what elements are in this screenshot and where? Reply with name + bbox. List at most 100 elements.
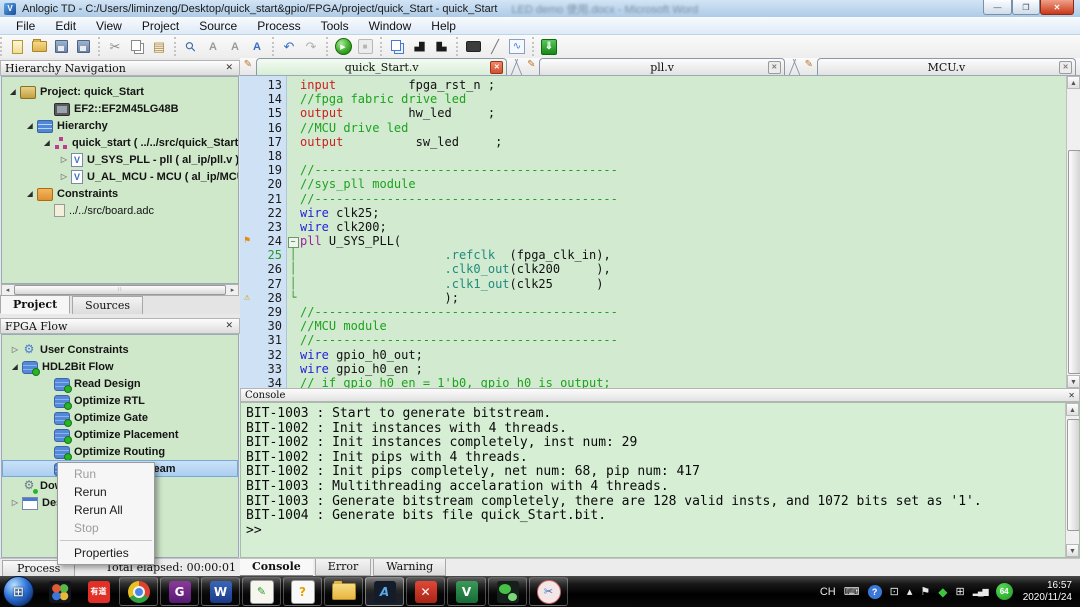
tab-error[interactable]: Error	[315, 559, 371, 576]
find-previous-icon[interactable]: A	[225, 38, 245, 56]
find-icon[interactable]: ⚲	[181, 38, 201, 56]
close-tab-icon[interactable]: ✕	[490, 61, 503, 74]
code-line-26[interactable]: 26│ .clk0_out(clk200 ),	[240, 262, 1080, 276]
tab-warning[interactable]: Warning	[373, 559, 446, 576]
hierarchy-item-src-board-adc[interactable]: ../../src/board.adc	[2, 202, 238, 219]
code-line-21[interactable]: 21//------------------------------------…	[240, 192, 1080, 206]
hierarchy-item-constraints[interactable]: ◢Constraints	[2, 185, 238, 202]
paste-icon[interactable]: ▤	[149, 38, 169, 56]
code-line-28[interactable]: ⚠28└ );	[240, 291, 1080, 305]
minimize-button[interactable]: —	[983, 0, 1012, 15]
hscroll-thumb[interactable]: ∷	[14, 285, 226, 295]
taskbar-app-wechat[interactable]	[488, 577, 527, 606]
column-chart-icon[interactable]: █▄	[431, 38, 451, 56]
waveform-icon[interactable]: ∿	[507, 38, 527, 56]
context-menu-rerun-all[interactable]: Rerun All	[58, 501, 154, 519]
cut-icon[interactable]: ✂	[105, 38, 125, 56]
taskbar-app-explorer[interactable]	[324, 577, 363, 606]
maximize-button[interactable]: ❐	[1012, 0, 1040, 15]
hierarchy-item-u-sys-pll-pll-al-ip-pll-v[interactable]: ▷VU_SYS_PLL - pll ( al_ip/pll.v )	[2, 151, 238, 168]
console-output[interactable]: BIT-1003 : Start to generate bitstream.B…	[240, 402, 1080, 558]
taskbar-app-colors[interactable]	[41, 578, 78, 605]
code-line-27[interactable]: 27│ .clk1_out(clk25 )	[240, 277, 1080, 291]
code-line-18[interactable]: 18	[240, 149, 1080, 163]
code-line-34[interactable]: 34// if gpio h0 en = 1'b0, gpio h0 is ou…	[240, 376, 1080, 388]
scroll-down-icon[interactable]: ▼	[1067, 375, 1080, 388]
stop-icon[interactable]: ■	[358, 39, 373, 54]
expand-collapsed-icon[interactable]: ▷	[8, 498, 22, 507]
bar-chart-icon[interactable]: ▄█	[409, 38, 429, 56]
find-next-icon[interactable]: A	[203, 38, 223, 56]
tab-pll-v[interactable]: pll.v✕	[539, 58, 785, 75]
run-icon[interactable]: ▶	[335, 38, 352, 55]
context-menu-rerun[interactable]: Rerun	[58, 483, 154, 501]
taskbar-app-image-editor[interactable]: ✎	[242, 577, 281, 606]
device-tray-icon[interactable]: ⊞	[955, 585, 964, 598]
close-panel-icon[interactable]: ✕	[1068, 391, 1075, 400]
expand-expanded-icon[interactable]: ◢	[40, 139, 54, 147]
taskbar-app-youdao[interactable]: 有道	[80, 578, 117, 605]
tab-sources[interactable]: Sources	[72, 296, 143, 314]
find-in-files-icon[interactable]: A	[247, 38, 267, 56]
hierarchy-item-u-al-mcu-mcu-al-ip-mcu-v[interactable]: ▷VU_AL_MCU - MCU ( al_ip/MCU.v	[2, 168, 238, 185]
fold-toggle-icon[interactable]: −	[288, 237, 299, 248]
scroll-up-icon[interactable]: ▲	[1066, 403, 1079, 416]
language-indicator[interactable]: CH	[820, 586, 836, 598]
close-panel-icon[interactable]: ✕	[223, 321, 235, 331]
vscroll-thumb[interactable]	[1068, 150, 1080, 374]
code-line-23[interactable]: 23wire clk200;	[240, 220, 1080, 234]
code-line-15[interactable]: 15output hw_led ;	[240, 106, 1080, 120]
code-line-32[interactable]: 32wire gpio_h0_out;	[240, 348, 1080, 362]
antivirus-shield-icon[interactable]: ◆	[938, 585, 947, 599]
taskbar-app-word[interactable]: W	[201, 577, 240, 606]
hierarchy-item-project-quick-start[interactable]: ◢Project: quick_Start	[2, 83, 238, 100]
battery-percent-badge[interactable]: 64	[996, 583, 1013, 600]
save-all-icon[interactable]	[73, 38, 93, 56]
expand-expanded-icon[interactable]: ◢	[23, 122, 37, 130]
taskbar-clock[interactable]: 16:57 2020/11/24	[1023, 580, 1072, 604]
close-button[interactable]: ✕	[1040, 0, 1074, 15]
hierarchy-item-quick-start-src-quick-start-[interactable]: ◢quick_start ( ../../src/quick_Start.v )	[2, 134, 238, 151]
menu-window[interactable]: Window	[359, 18, 422, 34]
expand-expanded-icon[interactable]: ◢	[8, 363, 22, 371]
code-line-19[interactable]: 19//------------------------------------…	[240, 163, 1080, 177]
new-file-icon[interactable]	[7, 38, 27, 56]
menu-help[interactable]: Help	[421, 18, 466, 34]
cascade-windows-icon[interactable]	[387, 38, 407, 56]
expand-expanded-icon[interactable]: ◢	[23, 190, 37, 198]
start-button[interactable]: ⊞	[3, 576, 34, 607]
flow-item-optimize-routing[interactable]: Optimize Routing	[2, 443, 238, 460]
scroll-up-icon[interactable]: ▲	[1067, 76, 1080, 89]
tab-quick-start-v[interactable]: quick_Start.v✕	[256, 58, 507, 75]
redo-icon[interactable]: ↷	[301, 38, 321, 56]
editor-vscrollbar[interactable]: ▲ ▼	[1066, 76, 1080, 388]
code-line-33[interactable]: 33wire gpio_h0_en ;	[240, 362, 1080, 376]
expand-collapsed-icon[interactable]: ▷	[57, 172, 71, 181]
action-center-flag-icon[interactable]: ⚑	[920, 585, 930, 598]
code-line-24[interactable]: ⚑24−pll U_SYS_PLL(	[240, 234, 1080, 248]
taskbar-app-anlogic[interactable]: A	[365, 577, 404, 606]
vscroll-thumb[interactable]	[1067, 419, 1080, 531]
menu-edit[interactable]: Edit	[45, 18, 86, 34]
copy-icon[interactable]	[127, 38, 147, 56]
expand-expanded-icon[interactable]: ◢	[6, 88, 20, 96]
scroll-right-icon[interactable]: ▸	[227, 286, 238, 294]
menu-source[interactable]: Source	[189, 18, 247, 34]
menu-tools[interactable]: Tools	[311, 18, 359, 34]
code-line-17[interactable]: 17output sw_led ;	[240, 135, 1080, 149]
help-tray-icon[interactable]: ?	[868, 585, 882, 599]
hierarchy-item-hierarchy[interactable]: ◢Hierarchy	[2, 117, 238, 134]
code-line-30[interactable]: 30//MCU module	[240, 319, 1080, 333]
expand-collapsed-icon[interactable]: ▷	[8, 345, 22, 354]
context-menu-properties[interactable]: Properties	[58, 544, 154, 562]
menu-file[interactable]: File	[6, 18, 45, 34]
menu-project[interactable]: Project	[132, 18, 189, 34]
run-icon[interactable]: ▶	[333, 38, 353, 56]
tab-project[interactable]: Project	[0, 295, 70, 314]
flow-item-user-constraints[interactable]: ▷⚙User Constraints	[2, 341, 238, 358]
tab-mcu-v[interactable]: MCU.v✕	[817, 58, 1076, 75]
save-icon[interactable]	[51, 38, 71, 56]
expand-collapsed-icon[interactable]: ▷	[57, 155, 71, 164]
taskbar-app-pdf[interactable]: G	[160, 577, 199, 606]
taskbar-app-snipping[interactable]: ✂	[529, 577, 568, 606]
